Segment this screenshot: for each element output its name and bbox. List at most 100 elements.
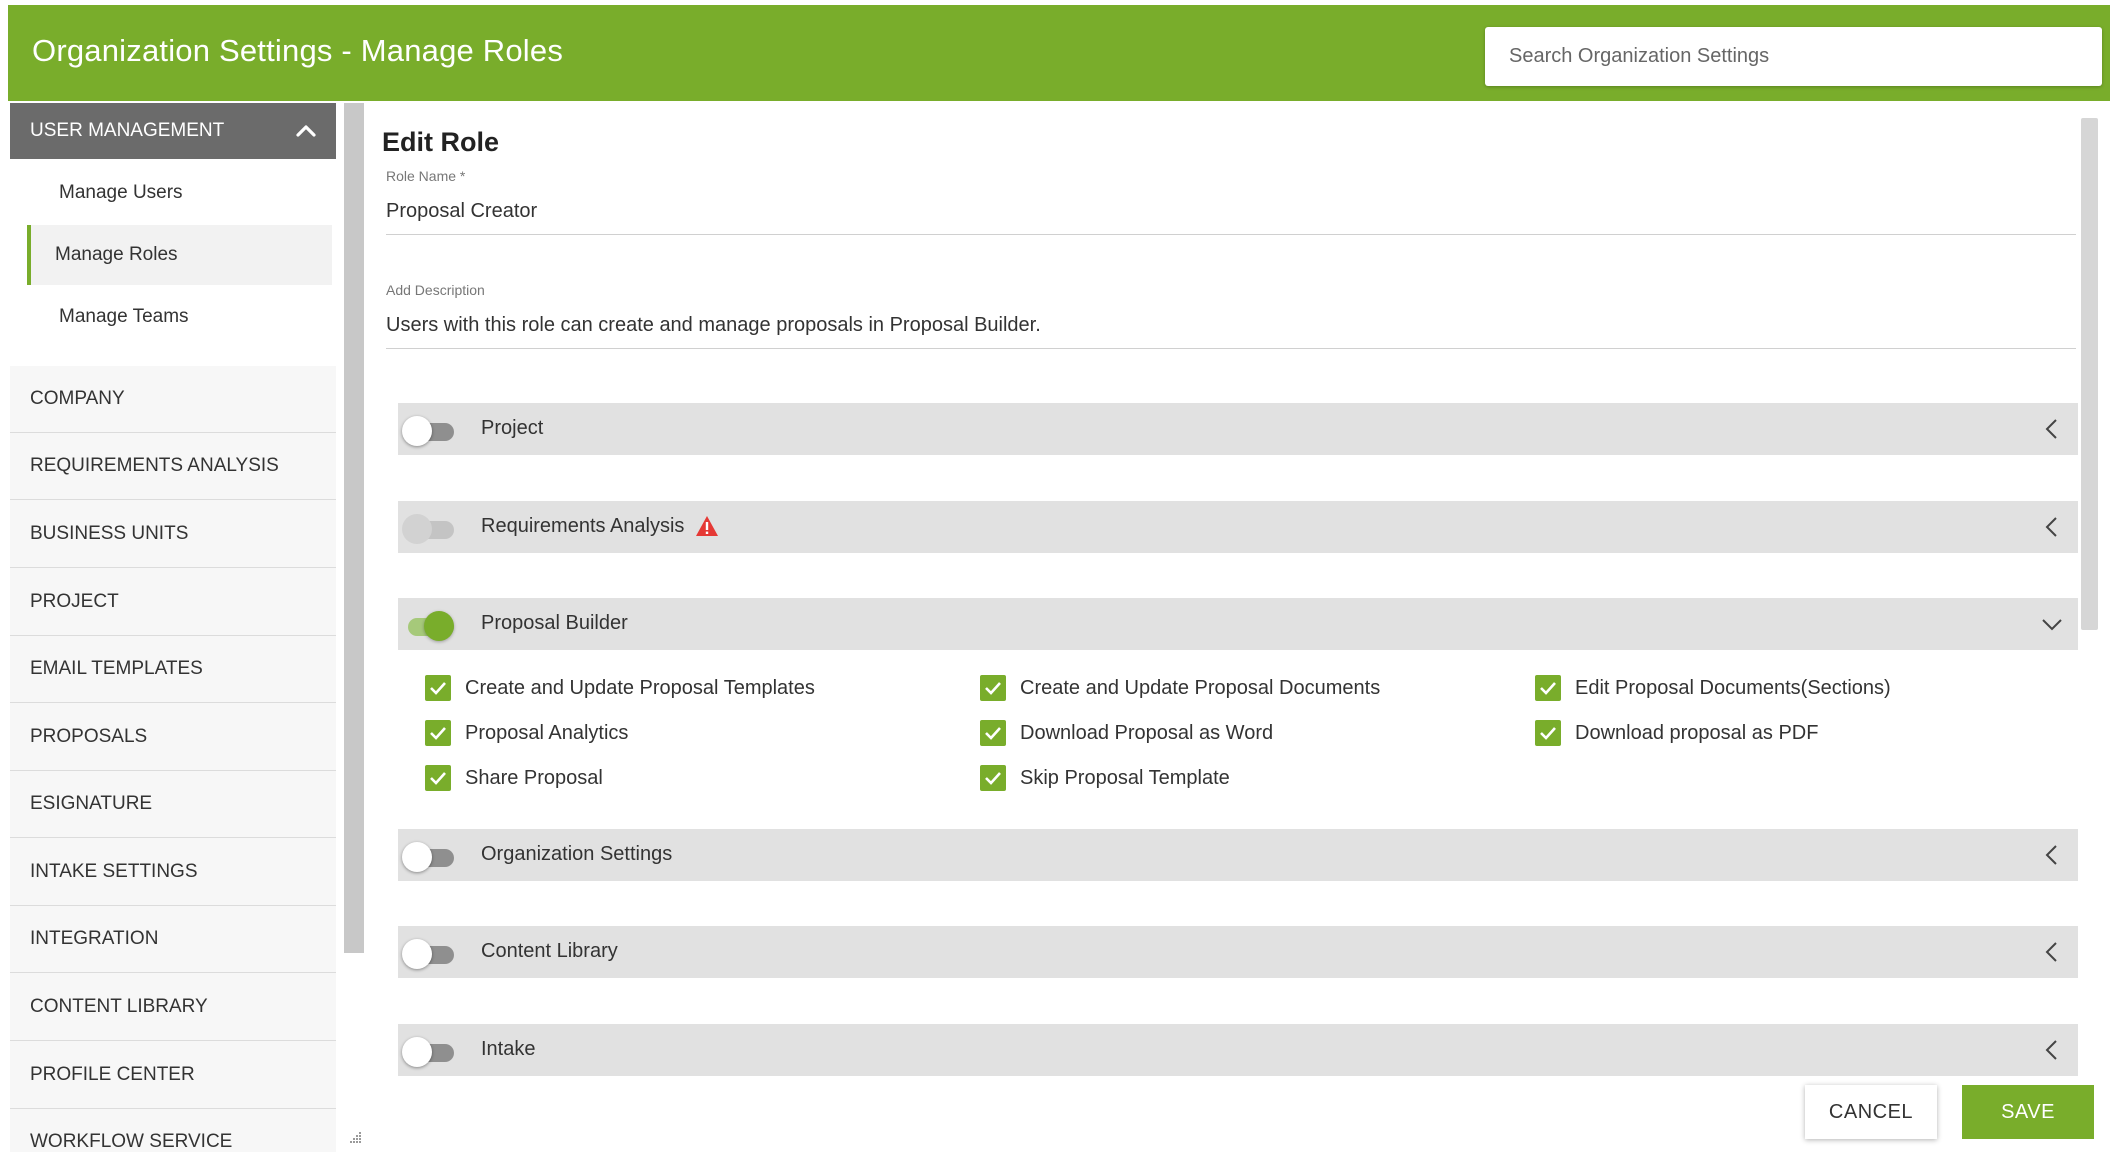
sidebar-item-proposals[interactable]: PROPOSALS: [10, 704, 336, 771]
sidebar-item-manage-users[interactable]: Manage Users: [27, 163, 332, 223]
sidebar-item-profile-center[interactable]: PROFILE CENTER: [10, 1042, 336, 1109]
chevron-up-icon[interactable]: [294, 119, 318, 143]
checkbox-checked[interactable]: [1535, 720, 1561, 746]
chevron-left-icon[interactable]: [2040, 940, 2064, 964]
section-label: Proposal Builder: [481, 612, 628, 634]
section-intake[interactable]: Intake: [398, 1024, 2078, 1076]
chevron-down-icon[interactable]: [2040, 612, 2064, 636]
checkmark-icon: [985, 682, 1001, 695]
checkmark-icon: [985, 727, 1001, 740]
sidebar-item-label: PROJECT: [30, 591, 119, 612]
sidebar-group-user-management[interactable]: USER MANAGEMENT: [10, 103, 336, 159]
checkmark-icon: [1540, 727, 1556, 740]
checkbox-checked[interactable]: [425, 675, 451, 701]
toggle-knob: [402, 416, 432, 446]
requirements-analysis-toggle[interactable]: [402, 513, 454, 544]
section-label: Project: [481, 417, 544, 439]
chevron-left-icon[interactable]: [2040, 843, 2064, 867]
permission-label: Create and Update Proposal Documents: [1020, 677, 1381, 699]
role-name-label: Role Name *: [386, 168, 465, 184]
sidebar-item-requirements-analysis[interactable]: REQUIREMENTS ANALYSIS: [10, 433, 336, 500]
permission-label: Skip Proposal Template: [1020, 767, 1230, 789]
warning-icon: [696, 516, 718, 536]
checkmark-icon: [430, 772, 446, 785]
permission-label: Edit Proposal Documents(Sections): [1575, 677, 1891, 699]
sidebar-group-label: USER MANAGEMENT: [30, 120, 225, 141]
content-library-toggle[interactable]: [402, 938, 454, 969]
sidebar-item-integration[interactable]: INTEGRATION: [10, 906, 336, 973]
sidebar-item-label: Manage Users: [59, 182, 183, 203]
sidebar-item-label: ESIGNATURE: [30, 793, 153, 814]
save-button[interactable]: SAVE: [1962, 1085, 2094, 1139]
section-requirements-analysis[interactable]: Requirements Analysis: [398, 501, 2078, 553]
project-toggle[interactable]: [402, 415, 454, 446]
permission-label: Proposal Analytics: [465, 722, 629, 744]
sidebar-scrollbar[interactable]: [344, 103, 364, 953]
checkbox-checked[interactable]: [425, 720, 451, 746]
sidebar-item-label: REQUIREMENTS ANALYSIS: [30, 455, 279, 476]
sidebar-item-label: WORKFLOW SERVICE: [30, 1131, 233, 1152]
search-input[interactable]: [1485, 27, 2102, 86]
main-scrollbar[interactable]: [2081, 118, 2098, 630]
sidebar-item-label: Manage Teams: [59, 306, 189, 327]
cancel-button[interactable]: CANCEL: [1805, 1085, 1937, 1139]
description-field[interactable]: Users with this role can create and mana…: [386, 314, 1041, 337]
role-name-field[interactable]: Proposal Creator: [386, 200, 537, 223]
sidebar-item-business-units[interactable]: BUSINESS UNITS: [10, 501, 336, 568]
organization-settings-toggle[interactable]: [402, 841, 454, 872]
toggle-knob: [402, 514, 432, 544]
toggle-knob: [402, 939, 432, 969]
section-project[interactable]: Project: [398, 403, 2078, 455]
sidebar-item-project[interactable]: PROJECT: [10, 569, 336, 636]
toggle-knob: [402, 842, 432, 872]
section-label: Content Library: [481, 940, 618, 962]
description-label: Add Description: [386, 282, 485, 298]
sidebar-item-manage-roles[interactable]: Manage Roles: [27, 225, 332, 285]
chevron-left-icon[interactable]: [2040, 417, 2064, 441]
role-name-label-text: Role Name: [386, 168, 457, 184]
checkbox-checked[interactable]: [425, 765, 451, 791]
checkmark-icon: [985, 772, 1001, 785]
checkbox-checked[interactable]: [980, 675, 1006, 701]
sidebar-item-workflow-service[interactable]: WORKFLOW SERVICE: [10, 1109, 336, 1152]
sidebar-item-label: CONTENT LIBRARY: [30, 996, 208, 1017]
sidebar-item-manage-teams[interactable]: Manage Teams: [27, 287, 332, 347]
sidebar-item-esignature[interactable]: ESIGNATURE: [10, 771, 336, 838]
permission-label: Download proposal as PDF: [1575, 722, 1819, 744]
intake-toggle[interactable]: [402, 1036, 454, 1067]
sidebar-item-label: Manage Roles: [55, 244, 178, 265]
chevron-left-icon[interactable]: [2040, 1038, 2064, 1062]
sidebar-item-company[interactable]: COMPANY: [10, 366, 336, 433]
toggle-knob: [424, 611, 454, 641]
permission-label: Create and Update Proposal Templates: [465, 677, 815, 699]
checkmark-icon: [430, 682, 446, 695]
checkmark-icon: [1540, 682, 1556, 695]
sidebar-item-label: PROFILE CENTER: [30, 1064, 195, 1085]
section-label: Intake: [481, 1038, 536, 1060]
chevron-left-icon[interactable]: [2040, 515, 2064, 539]
resize-grip-icon[interactable]: [348, 1130, 362, 1144]
section-content-library[interactable]: Content Library: [398, 926, 2078, 978]
permission-label: Download Proposal as Word: [1020, 722, 1274, 744]
description-underline: [386, 348, 2076, 349]
app-header: Organization Settings - Manage Roles: [8, 5, 2110, 101]
checkbox-checked[interactable]: [980, 720, 1006, 746]
checkmark-icon: [430, 727, 446, 740]
section-proposal-builder[interactable]: Proposal Builder: [398, 598, 2078, 650]
sidebar: USER MANAGEMENT Manage Users Manage Role…: [10, 103, 336, 1152]
section-organization-settings[interactable]: Organization Settings: [398, 829, 2078, 881]
permission-label: Share Proposal: [465, 767, 603, 789]
sidebar-item-label: EMAIL TEMPLATES: [30, 658, 203, 679]
sidebar-item-email-templates[interactable]: EMAIL TEMPLATES: [10, 636, 336, 703]
sidebar-item-label: INTAKE SETTINGS: [30, 861, 198, 882]
checkbox-checked[interactable]: [980, 765, 1006, 791]
sidebar-item-content-library[interactable]: CONTENT LIBRARY: [10, 974, 336, 1041]
search-box[interactable]: [1485, 27, 2102, 86]
page-title: Organization Settings - Manage Roles: [32, 33, 564, 68]
checkbox-checked[interactable]: [1535, 675, 1561, 701]
section-label: Requirements Analysis: [481, 515, 685, 537]
sidebar-item-label: COMPANY: [30, 388, 125, 409]
sidebar-item-label: INTEGRATION: [30, 928, 159, 949]
proposal-builder-toggle[interactable]: [402, 610, 454, 641]
sidebar-item-intake-settings[interactable]: INTAKE SETTINGS: [10, 839, 336, 906]
